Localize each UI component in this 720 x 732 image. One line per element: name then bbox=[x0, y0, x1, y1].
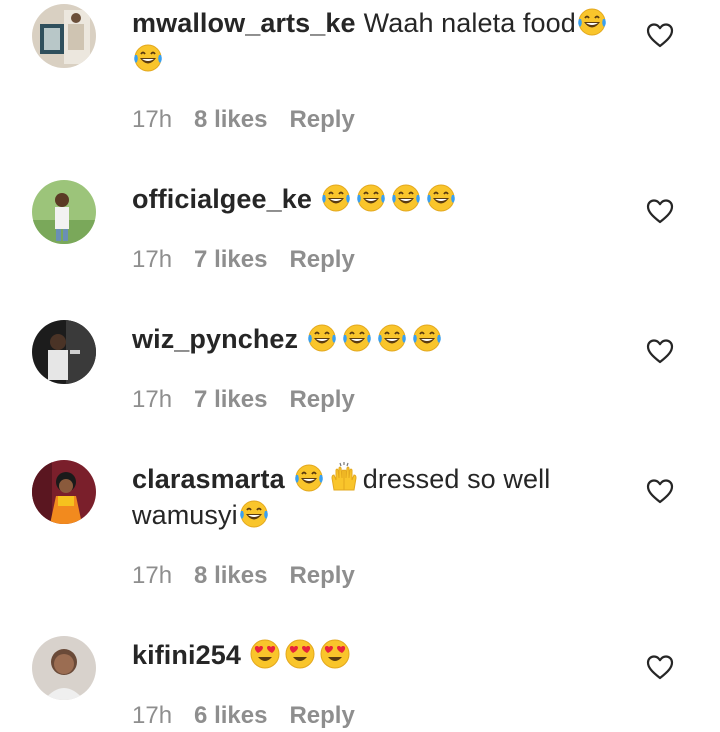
reply-button[interactable]: Reply bbox=[289, 702, 354, 729]
comment-text-line2 bbox=[132, 41, 622, 77]
comment-text: kifini254 bbox=[132, 637, 622, 673]
laugh-cry-emoji-icon bbox=[390, 182, 422, 214]
comment-text: clarasmarta dressed so well bbox=[132, 461, 622, 497]
reply-button[interactable]: Reply bbox=[289, 106, 354, 133]
reply-button[interactable]: Reply bbox=[289, 246, 354, 273]
comment-likes[interactable]: 8 likes bbox=[194, 562, 267, 589]
comment-time: 17h bbox=[132, 106, 173, 133]
comment-time: 17h bbox=[132, 562, 173, 589]
laugh-cry-emoji-icon bbox=[238, 498, 270, 530]
like-heart-icon[interactable] bbox=[646, 654, 674, 680]
comment-meta: 17h 8 likes Reply bbox=[132, 106, 377, 134]
like-heart-icon[interactable] bbox=[646, 478, 674, 504]
reply-button[interactable]: Reply bbox=[289, 386, 354, 413]
comment-username[interactable]: mwallow_arts_ke bbox=[132, 8, 356, 38]
laugh-cry-emoji-icon bbox=[411, 322, 443, 354]
comment-username[interactable]: officialgee_ke bbox=[132, 184, 312, 214]
reply-button[interactable]: Reply bbox=[289, 562, 354, 589]
comment-body-text: Waah naleta food bbox=[363, 8, 576, 38]
heart-eyes-emoji-icon bbox=[249, 638, 281, 670]
avatar[interactable] bbox=[32, 460, 96, 524]
comment-time: 17h bbox=[132, 386, 173, 413]
laugh-cry-emoji-icon bbox=[320, 182, 352, 214]
comment-meta: 17h 7 likes Reply bbox=[132, 386, 377, 414]
avatar[interactable] bbox=[32, 636, 96, 700]
comment-likes[interactable]: 7 likes bbox=[194, 246, 267, 273]
laugh-cry-emoji-icon bbox=[425, 182, 457, 214]
comment-time: 17h bbox=[132, 246, 173, 273]
heart-eyes-emoji-icon bbox=[284, 638, 316, 670]
like-heart-icon[interactable] bbox=[646, 22, 674, 48]
comment-text: wiz_pynchez bbox=[132, 321, 622, 357]
raised-hands-emoji-icon bbox=[328, 462, 360, 494]
comment-meta: 17h 8 likes Reply bbox=[132, 562, 377, 590]
laugh-cry-emoji-icon bbox=[306, 322, 338, 354]
comment-likes[interactable]: 6 likes bbox=[194, 702, 267, 729]
avatar[interactable] bbox=[32, 320, 96, 384]
like-heart-icon[interactable] bbox=[646, 338, 674, 364]
comment-likes[interactable]: 8 likes bbox=[194, 106, 267, 133]
laugh-cry-emoji-icon bbox=[376, 322, 408, 354]
like-heart-icon[interactable] bbox=[646, 198, 674, 224]
comment-text: mwallow_arts_ke Waah naleta food bbox=[132, 5, 622, 41]
comment-body-text: dressed so well bbox=[362, 464, 551, 494]
laugh-cry-emoji-icon bbox=[293, 462, 325, 494]
comment-meta: 17h 6 likes Reply bbox=[132, 702, 377, 730]
comment-time: 17h bbox=[132, 702, 173, 729]
comment-username[interactable]: wiz_pynchez bbox=[132, 324, 298, 354]
comment-body-text-line2: wamusyi bbox=[132, 500, 238, 530]
comment-text: officialgee_ke bbox=[132, 181, 622, 217]
avatar[interactable] bbox=[32, 4, 96, 68]
laugh-cry-emoji-icon bbox=[355, 182, 387, 214]
avatar[interactable] bbox=[32, 180, 96, 244]
laugh-cry-emoji-icon bbox=[132, 42, 164, 74]
comment-username[interactable]: clarasmarta bbox=[132, 464, 285, 494]
comment-likes[interactable]: 7 likes bbox=[194, 386, 267, 413]
comment-meta: 17h 7 likes Reply bbox=[132, 246, 377, 274]
heart-eyes-emoji-icon bbox=[319, 638, 351, 670]
comment-text-line2: wamusyi bbox=[132, 497, 622, 533]
laugh-cry-emoji-icon bbox=[341, 322, 373, 354]
laugh-cry-emoji-icon bbox=[576, 6, 608, 38]
comment-username[interactable]: kifini254 bbox=[132, 640, 241, 670]
